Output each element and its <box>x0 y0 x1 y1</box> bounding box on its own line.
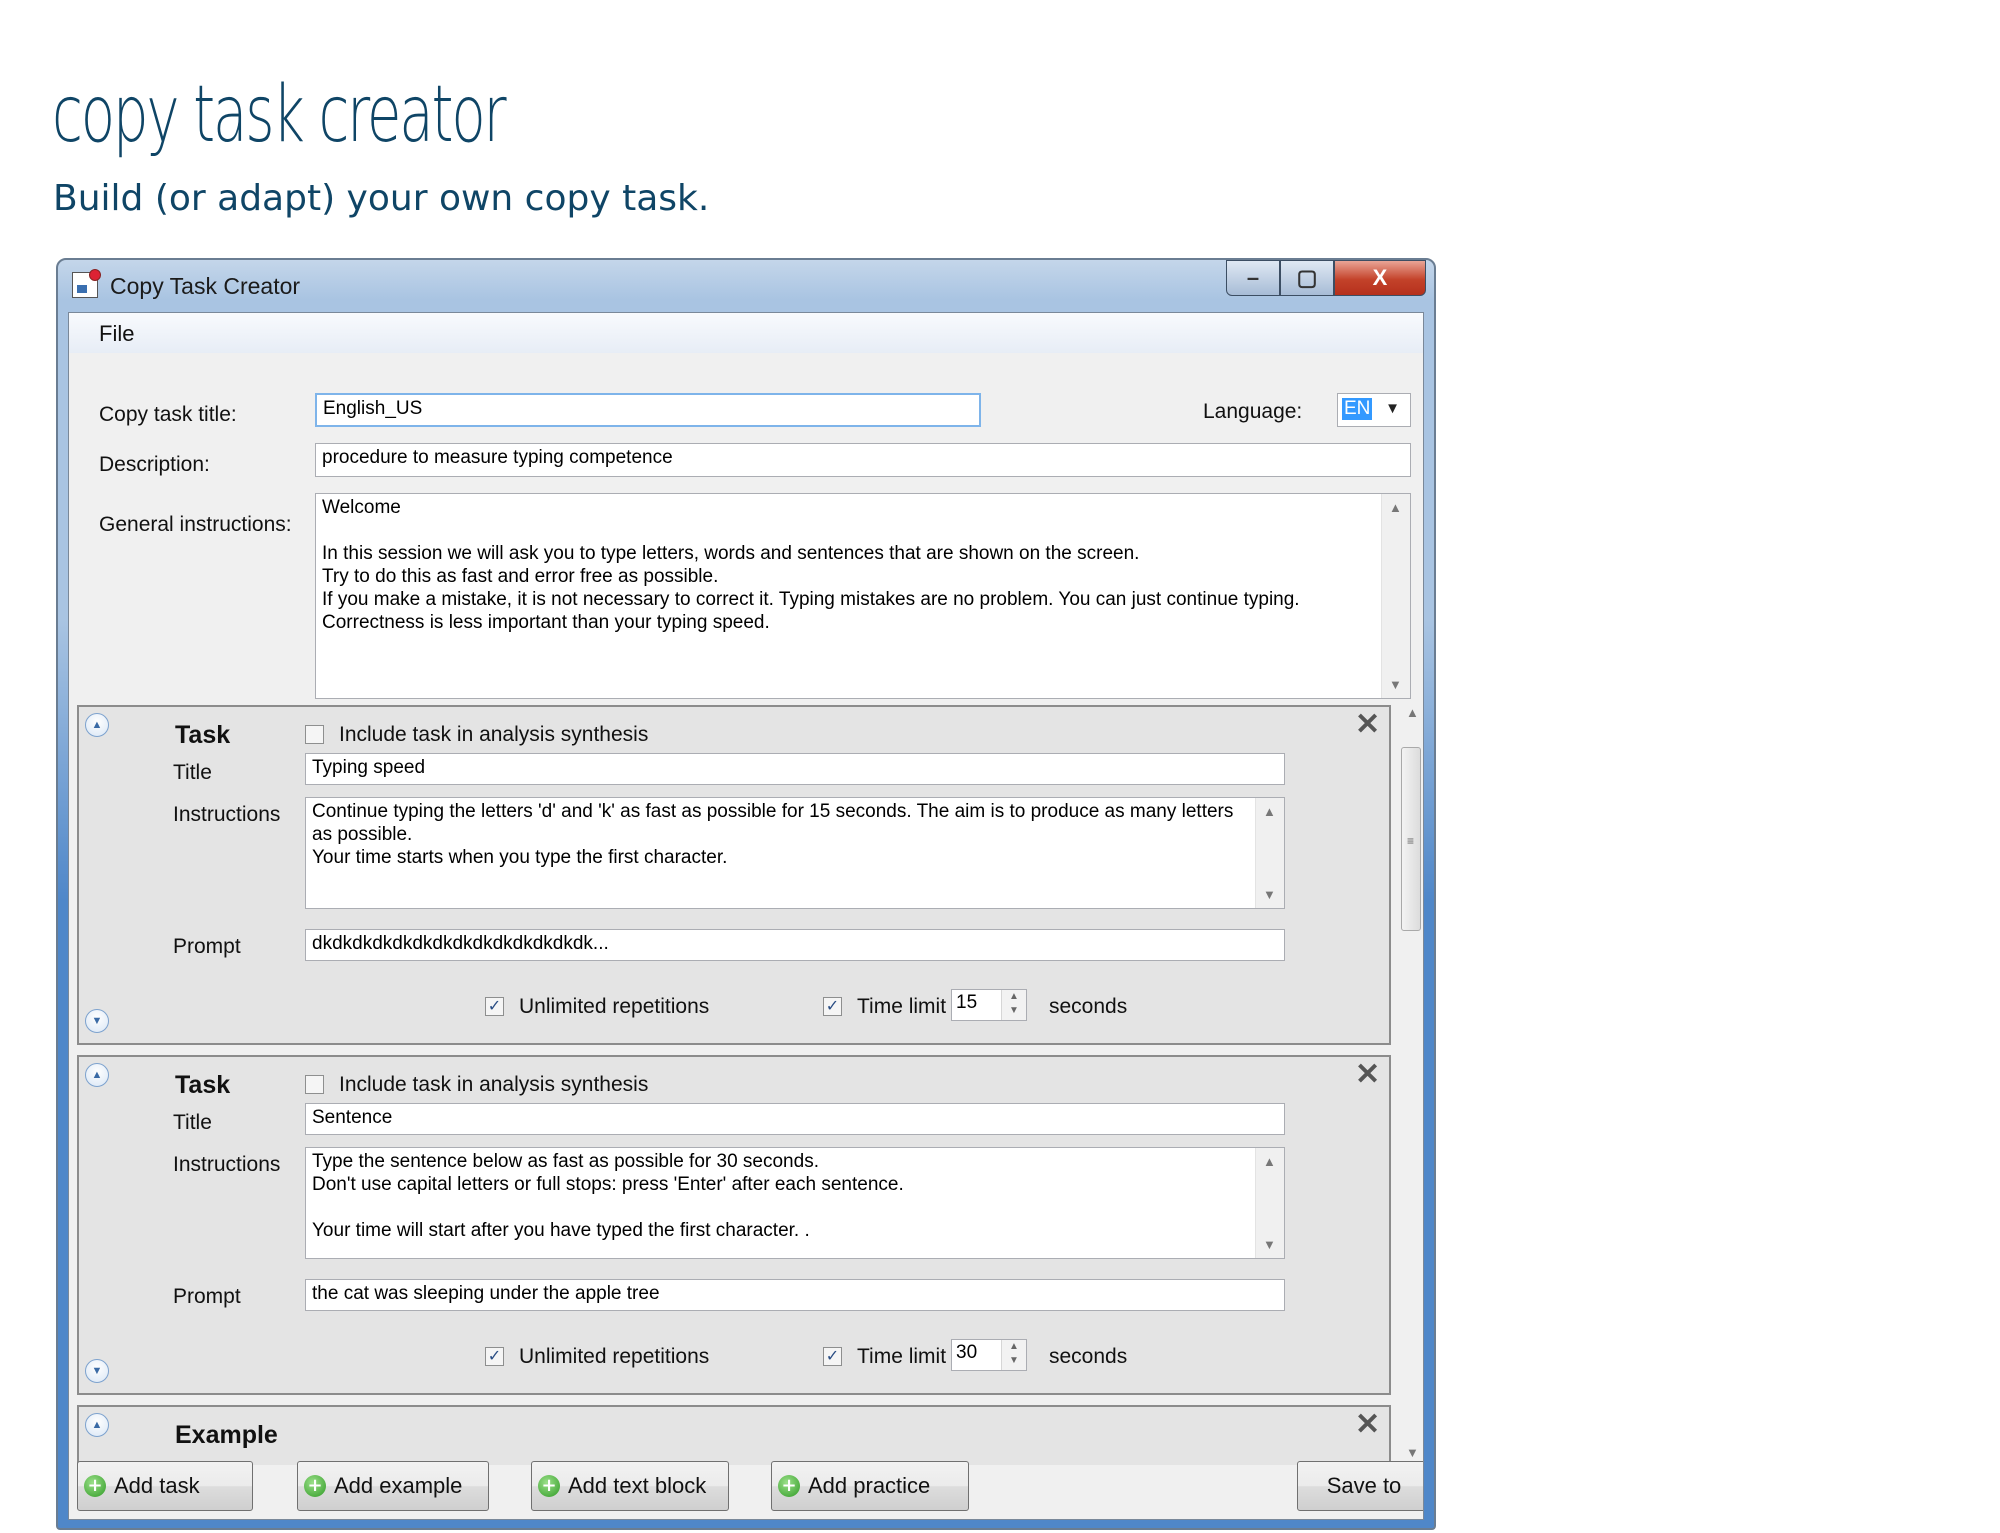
time-limit-stepper[interactable]: 15 ▲ ▼ <box>951 989 1027 1021</box>
menu-file[interactable]: File <box>99 321 134 347</box>
task-panel: ▲ ▼ ✕ Task Include task in analysis synt… <box>77 1055 1391 1395</box>
maximize-button[interactable]: ▢ <box>1280 260 1334 296</box>
task-title-label: Title <box>173 1111 212 1134</box>
time-limit-label: Time limit <box>857 1345 947 1368</box>
general-instructions-label: General instructions: <box>99 513 292 536</box>
time-limit-checkbox[interactable]: ✓ <box>823 997 842 1016</box>
unlimited-repetitions-checkbox[interactable]: ✓ <box>485 997 504 1016</box>
task-instructions-input[interactable]: Continue typing the letters 'd' and 'k' … <box>305 797 1285 909</box>
scrollbar-thumb[interactable]: ≡ <box>1401 747 1421 931</box>
page-heading: copy task creator <box>52 70 507 160</box>
task-prompt-input[interactable]: the cat was sleeping under the apple tre… <box>305 1279 1285 1311</box>
add-practice-label: Add practice <box>808 1473 931 1498</box>
task-instructions-area: Continue typing the letters 'd' and 'k' … <box>305 797 1285 909</box>
client-area: File Copy task title: English_US Languag… <box>68 312 1424 1520</box>
scroll-up-icon[interactable]: ▲ <box>1406 705 1419 720</box>
window-title: Copy Task Creator <box>110 273 301 299</box>
instructions-scrollbar[interactable]: ▲ ▼ <box>1381 494 1410 698</box>
close-button[interactable]: X <box>1334 260 1426 296</box>
plus-icon: + <box>778 1475 800 1497</box>
language-label: Language: <box>1203 400 1303 423</box>
include-task-checkbox[interactable] <box>305 1075 324 1094</box>
caption-buttons: – ▢ X <box>1226 260 1426 296</box>
chevron-down-icon[interactable]: ▼ <box>85 1359 109 1383</box>
grip-icon: ≡ <box>1407 834 1415 848</box>
chevron-up-icon[interactable]: ▲ <box>85 1413 109 1437</box>
task-instructions-label: Instructions <box>173 1153 281 1176</box>
task-prompt-input[interactable]: dkdkdkdkdkdkdkdkdkdkdkdkdkdk... <box>305 929 1285 961</box>
app-window: Copy Task Creator – ▢ X File Copy task t… <box>56 258 1436 1530</box>
task-prompt-label: Prompt <box>173 1285 241 1308</box>
title-label: Copy task title: <box>99 403 237 426</box>
task-heading: Task <box>175 721 231 749</box>
task-title-label: Title <box>173 761 212 784</box>
language-selected-value: EN <box>1342 398 1373 420</box>
task-instructions-area: Type the sentence below as fast as possi… <box>305 1147 1285 1259</box>
time-limit-checkbox[interactable]: ✓ <box>823 1347 842 1366</box>
add-task-label: Add task <box>114 1473 200 1498</box>
seconds-label: seconds <box>1049 995 1128 1018</box>
unlimited-repetitions-label: Unlimited repetitions <box>519 1345 710 1368</box>
task-instructions-scrollbar[interactable]: ▲ ▼ <box>1255 1148 1284 1258</box>
time-limit-stepper[interactable]: 30 ▲ ▼ <box>951 1339 1027 1371</box>
task-instructions-input[interactable]: Type the sentence below as fast as possi… <box>305 1147 1285 1259</box>
stepper-arrows-icon[interactable]: ▲ ▼ <box>1001 1340 1026 1370</box>
task-title-input[interactable]: Sentence <box>305 1103 1285 1135</box>
add-example-button[interactable]: + Add example <box>297 1461 489 1511</box>
add-example-label: Add example <box>334 1473 463 1498</box>
copy-task-title-input[interactable]: English_US <box>315 393 981 427</box>
time-limit-value: 30 <box>956 1342 978 1363</box>
scroll-up-icon[interactable]: ▲ <box>1263 1154 1276 1169</box>
example-panel: ▲ ✕ Example <box>77 1405 1391 1465</box>
scroll-down-icon[interactable]: ▼ <box>1263 887 1276 902</box>
plus-icon: + <box>304 1475 326 1497</box>
chevron-up-icon[interactable]: ▲ <box>85 713 109 737</box>
time-limit-value: 15 <box>956 992 978 1013</box>
language-select[interactable]: EN ▼ <box>1337 393 1411 427</box>
scroll-down-icon[interactable]: ▼ <box>1389 677 1402 692</box>
general-instructions-input[interactable]: Welcome In this session we will ask you … <box>315 493 1411 699</box>
save-to-button[interactable]: Save to <box>1297 1461 1423 1511</box>
unlimited-repetitions-label: Unlimited repetitions <box>519 995 710 1018</box>
minimize-button[interactable]: – <box>1226 260 1280 296</box>
include-task-checkbox[interactable] <box>305 725 324 744</box>
add-practice-button[interactable]: + Add practice <box>771 1461 969 1511</box>
example-heading: Example <box>175 1421 278 1449</box>
include-task-label: Include task in analysis synthesis <box>339 723 649 746</box>
close-icon[interactable]: ✕ <box>1355 1057 1380 1092</box>
plus-icon: + <box>84 1475 106 1497</box>
seconds-label: seconds <box>1049 1345 1128 1368</box>
add-text-block-button[interactable]: + Add text block <box>531 1461 729 1511</box>
close-icon[interactable]: ✕ <box>1355 707 1380 742</box>
add-task-button[interactable]: + Add task <box>77 1461 253 1511</box>
time-limit-label: Time limit <box>857 995 947 1018</box>
stepper-arrows-icon[interactable]: ▲ ▼ <box>1001 990 1026 1020</box>
unlimited-repetitions-checkbox[interactable]: ✓ <box>485 1347 504 1366</box>
description-input[interactable]: procedure to measure typing competence <box>315 443 1411 477</box>
menu-bar: File <box>69 313 1423 353</box>
plus-icon: + <box>538 1475 560 1497</box>
panel-scrollbar[interactable]: ▲ ≡ ▼ <box>1398 705 1423 1460</box>
add-text-block-label: Add text block <box>568 1473 707 1498</box>
task-instructions-scrollbar[interactable]: ▲ ▼ <box>1255 798 1284 908</box>
scroll-up-icon[interactable]: ▲ <box>1389 500 1402 515</box>
description-label: Description: <box>99 453 210 476</box>
app-icon <box>72 269 101 298</box>
chevron-down-icon[interactable]: ▼ <box>85 1009 109 1033</box>
task-heading: Task <box>175 1071 231 1099</box>
general-instructions-area: Welcome In this session we will ask you … <box>315 493 1411 699</box>
page-subheading: Build (or adapt) your own copy task. <box>53 178 710 219</box>
title-bar[interactable]: Copy Task Creator – ▢ X <box>58 260 1434 310</box>
include-task-label: Include task in analysis synthesis <box>339 1073 649 1096</box>
task-title-input[interactable]: Typing speed <box>305 753 1285 785</box>
task-panel: ▲ ▼ ✕ Task Include task in analysis synt… <box>77 705 1391 1045</box>
chevron-down-icon: ▼ <box>1385 400 1400 417</box>
chevron-up-icon[interactable]: ▲ <box>85 1063 109 1087</box>
scroll-down-icon[interactable]: ▼ <box>1263 1237 1276 1252</box>
task-instructions-label: Instructions <box>173 803 281 826</box>
task-prompt-label: Prompt <box>173 935 241 958</box>
scroll-down-icon[interactable]: ▼ <box>1406 1445 1419 1460</box>
close-icon[interactable]: ✕ <box>1355 1407 1380 1442</box>
scroll-up-icon[interactable]: ▲ <box>1263 804 1276 819</box>
